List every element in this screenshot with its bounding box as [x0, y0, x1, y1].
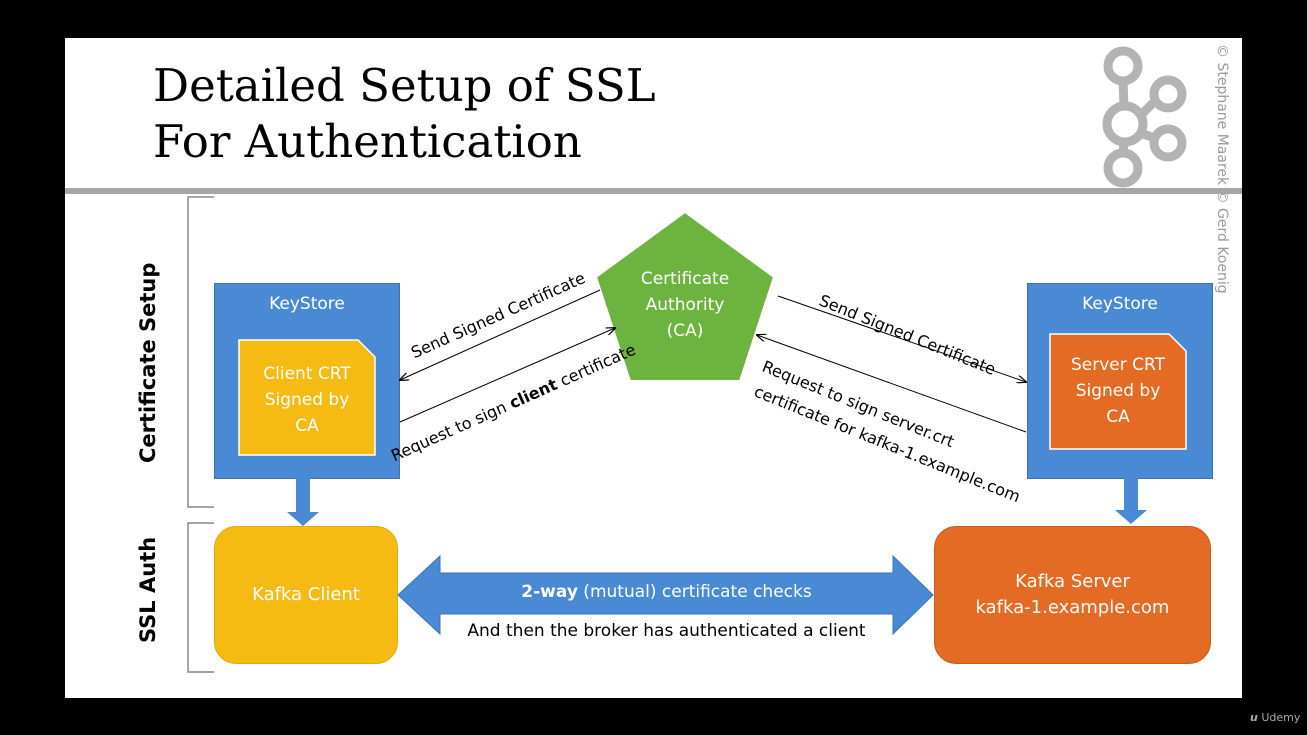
- kafka-client-box: Kafka Client: [214, 526, 398, 664]
- udemy-logo-icon: u: [1250, 711, 1258, 724]
- kafka-server-host: kafka-1.example.com: [975, 597, 1170, 618]
- kafka-server-label: Kafka Server: [1015, 571, 1130, 592]
- kafka-client-label: Kafka Client: [252, 584, 360, 605]
- broker-authenticated-text: And then the broker has authenticated a …: [467, 621, 866, 641]
- kafka-server-box: Kafka Server kafka-1.example.com: [934, 526, 1211, 664]
- udemy-watermark: u Udemy: [1250, 711, 1301, 724]
- mutual-check-text: 2-way (mutual) certificate checks: [521, 582, 812, 602]
